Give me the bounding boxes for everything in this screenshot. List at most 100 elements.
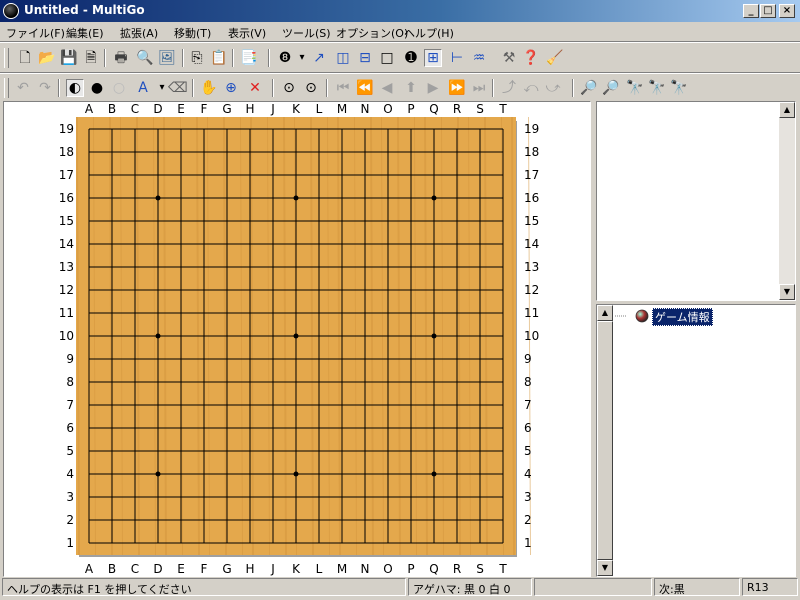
row-label-right: 1 [524,536,532,550]
alternate-stones-icon[interactable]: ◐ [66,79,84,97]
scroll-thumb[interactable] [597,321,613,560]
image-icon[interactable]: 🖼 [158,49,176,67]
row-label-right: 13 [524,260,539,274]
scroll-down-button[interactable]: ▼ [597,560,613,576]
toolbar-grip[interactable] [4,78,9,98]
number-one-icon[interactable]: ➊ [402,49,420,67]
toolbar-grip[interactable] [4,48,9,68]
tools-icon[interactable]: ⚒ [500,49,518,67]
tree-branch-icon[interactable]: ⊢ [448,49,466,67]
delete-icon[interactable]: ✕ [246,79,264,97]
properties-icon[interactable]: 📑 [240,49,258,67]
toolbar-separator [58,79,60,97]
new-file-icon[interactable]: 🗋 [16,49,34,67]
menu-edit[interactable]: 編集(E) [66,25,104,41]
menu-tools[interactable]: ツール(S) [282,25,331,41]
next-variation-icon[interactable]: ⊙ [302,79,320,97]
previous-variation-icon[interactable]: ⊙ [280,79,298,97]
find-prev-icon[interactable]: 🔭 [648,79,666,97]
first-move-icon[interactable]: ⏮ [334,79,352,97]
column-label-bottom: B [108,562,116,576]
row-label-left: 1 [66,536,74,550]
open-folder-icon[interactable]: 📂 [38,49,56,67]
multigo-app-icon[interactable] [3,3,19,19]
blank-panel-icon[interactable]: □ [378,49,396,67]
save-as-icon[interactable]: 🗎 [82,49,100,67]
branch-forward-icon[interactable]: ⤻ [544,79,562,97]
forward-icon[interactable]: ▶ [424,79,442,97]
column-label-top: O [383,102,392,116]
search-icon[interactable]: 🔎 [580,79,598,97]
title-bar: Untitled - MultiGo _ □ × [0,0,800,22]
fast-back-icon[interactable]: ⏪ [356,79,374,97]
add-variation-icon[interactable]: ⊕ [222,79,240,97]
hand-icon[interactable]: ✋ [200,79,218,97]
toolbar-separator [326,79,328,97]
column-label-top: T [498,102,507,116]
eraser-icon[interactable]: ⌫ [168,79,188,97]
letter-mark-icon[interactable]: A [134,79,152,97]
tree-scrollbar[interactable]: ▲ ▼ [597,305,613,576]
find-icon[interactable]: 🔭 [626,79,644,97]
menu-extend[interactable]: 拡張(A) [120,25,158,41]
fast-forward-icon[interactable]: ⏩ [448,79,466,97]
branch-back-icon[interactable]: ⤺ [522,79,540,97]
column-label-top: F [201,102,208,116]
black-stone-icon[interactable]: ● [88,79,106,97]
scroll-down-button[interactable]: ▼ [779,284,795,300]
cleanup-icon[interactable]: 🧹 [546,49,564,67]
row-label-right: 10 [524,329,539,343]
white-stone-icon[interactable]: ○ [110,79,128,97]
tree-view-icon[interactable]: ⊞ [424,49,442,67]
comment-scrollbar[interactable]: ▲ ▼ [779,102,795,300]
menu-view[interactable]: 表示(V) [228,25,266,41]
find-next-icon[interactable]: 🔭 [670,79,688,97]
branch-up-icon[interactable]: ⤴ [500,79,518,97]
row-label-right: 8 [524,375,532,389]
copy-icon[interactable]: ⎘ [188,49,206,67]
hierarchy-icon[interactable]: ♒ [470,49,488,67]
save-icon[interactable]: 💾 [60,49,78,67]
search-next-icon[interactable]: 🔎 [602,79,620,97]
paste-icon[interactable]: 📋 [210,49,228,67]
tree-root-label[interactable]: ゲーム情報 [652,308,713,326]
goto-icon[interactable]: ↗ [310,49,328,67]
star-point [155,195,161,201]
close-button[interactable]: × [779,4,795,18]
horizontal-split-icon[interactable]: ⊟ [356,49,374,67]
toolbar-separator [182,49,184,67]
star-point [293,195,299,201]
up-icon[interactable]: ⬆ [402,79,420,97]
help-icon[interactable]: ❓ [522,49,540,67]
row-label-left: 8 [66,375,74,389]
dropdown-arrow-icon[interactable]: ▾ [298,49,306,67]
undo-icon[interactable]: ↶ [14,79,32,97]
back-icon[interactable]: ◀ [378,79,396,97]
vertical-split-icon[interactable]: ◫ [334,49,352,67]
menu-move[interactable]: 移動(T) [174,25,211,41]
status-rule: R13 [742,578,798,596]
row-label-right: 7 [524,398,532,412]
dropdown-arrow-icon[interactable]: ▾ [158,79,166,97]
scroll-up-button[interactable]: ▲ [779,102,795,118]
last-move-icon[interactable]: ⏭ [470,79,488,97]
move-number-icon[interactable]: ❽ [276,49,294,67]
minimize-button[interactable]: _ [743,4,759,18]
menu-options[interactable]: オプション(O) [336,25,408,41]
game-tree-panel[interactable]: ▲ ▼ ゲーム情報 [596,304,796,577]
comment-panel[interactable]: ▲ ▼ [596,101,796,301]
print-preview-icon[interactable]: 🔍 [136,49,154,67]
row-label-right: 6 [524,421,532,435]
print-icon[interactable]: 🖶 [112,49,130,67]
go-board-panel[interactable]: A A B B C C D D E E F F G G H H J J K K L L M M N N O O P P Q Q R R S S T T 19… [3,101,591,577]
row-label-right: 12 [524,283,539,297]
menu-help[interactable]: ヘルプ(H) [404,25,454,41]
toolbar-separator [104,49,106,67]
maximize-button[interactable]: □ [760,4,776,18]
menu-file[interactable]: ファイル(F) [6,25,65,41]
status-captures: アゲハマ: 黒 0 白 0 [408,578,532,596]
redo-icon[interactable]: ↷ [36,79,54,97]
scroll-up-button[interactable]: ▲ [597,305,613,321]
column-label-top: S [476,102,484,116]
go-board[interactable]: AABBCCDDEEFFGGHHJJKKLLMMNNOOPPQQRRSSTT19… [4,102,590,576]
